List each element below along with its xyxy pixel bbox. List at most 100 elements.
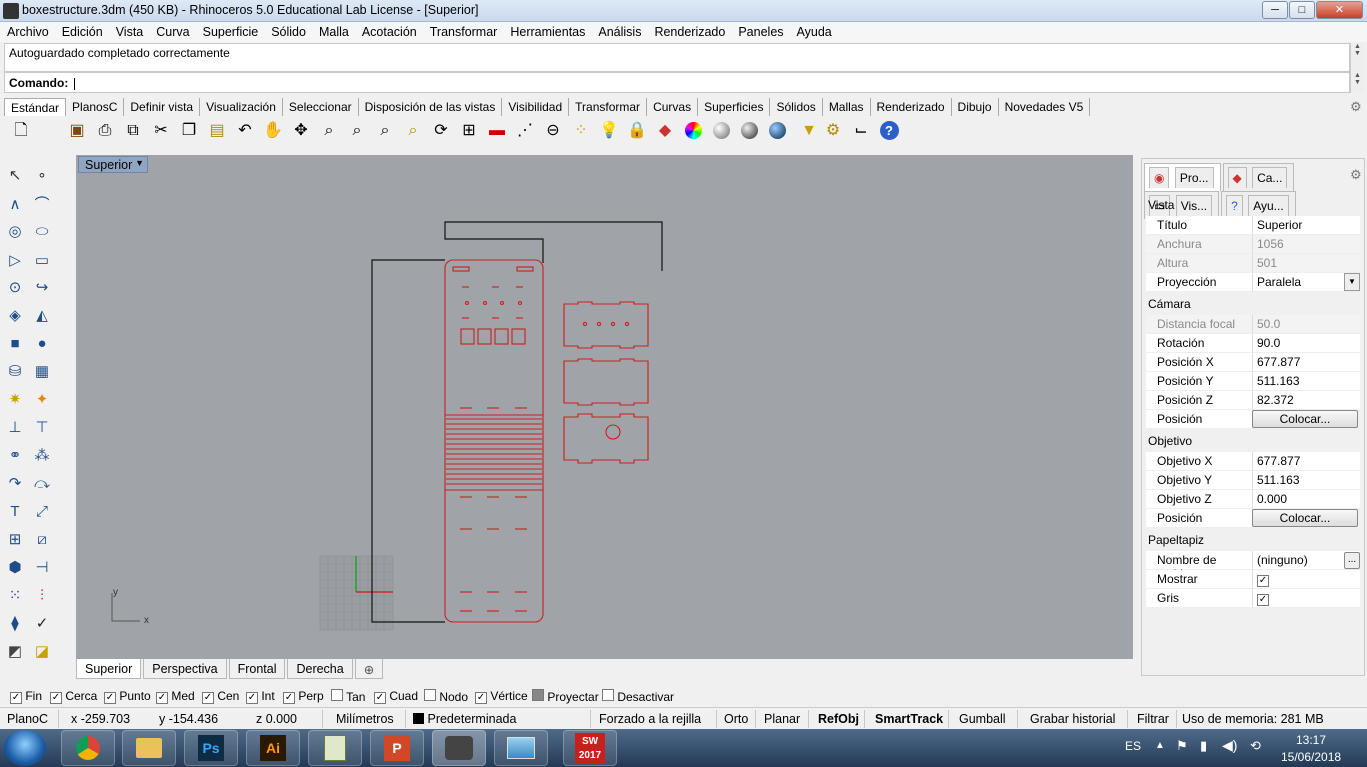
add-viewport-icon[interactable]: ⊕ xyxy=(354,659,384,679)
circle-icon[interactable]: ◎ xyxy=(3,220,27,244)
zoom-extents-icon[interactable]: ⌕ xyxy=(374,120,396,142)
menu-edicion[interactable]: Edición xyxy=(55,22,109,39)
close-button[interactable]: ✕ xyxy=(1316,1,1363,19)
minimize-button[interactable]: ─ xyxy=(1262,1,1288,19)
car-icon[interactable]: ▬ xyxy=(486,120,508,142)
options-gear-icon[interactable]: ⚙ xyxy=(822,120,844,142)
panel-tab-help[interactable]: ? Ayu... xyxy=(1221,191,1296,219)
solidworks-icon[interactable]: SW 2017 xyxy=(563,730,617,766)
tab-renderizado[interactable]: Renderizado xyxy=(871,98,952,116)
rotate-view-icon[interactable]: ✥ xyxy=(290,120,312,142)
copy-move-icon[interactable]: ⤼ xyxy=(30,472,54,496)
tab-definir-vista[interactable]: Definir vista xyxy=(124,98,201,116)
osnap-nodo[interactable]: Nodo xyxy=(424,689,468,704)
tab-mallas[interactable]: Mallas xyxy=(823,98,871,116)
prop-nombre-archivo[interactable]: Nombre de archivo(ninguno)... xyxy=(1146,551,1360,581)
fillet-icon[interactable]: ↪ xyxy=(30,276,54,300)
toolbar-settings-icon[interactable]: ⚙ xyxy=(1350,99,1362,115)
pan-icon[interactable]: ✋ xyxy=(262,120,284,142)
group-icon[interactable]: ⚭ xyxy=(3,444,27,468)
prop-rotacion[interactable]: Rotación 90.0 xyxy=(1146,334,1360,353)
illustrator-icon[interactable]: Ai xyxy=(246,730,300,766)
import-icon[interactable]: ⧉ xyxy=(122,120,144,142)
mirror-icon[interactable]: ⧄ xyxy=(30,528,54,552)
block-icon[interactable]: ⬢ xyxy=(3,556,27,580)
command-line[interactable]: Comando: xyxy=(4,72,1350,93)
command-scrollbar[interactable]: ▲ ▼ xyxy=(1350,72,1364,93)
osnap-tan[interactable]: Tan xyxy=(331,689,365,704)
rhino-taskbar-icon[interactable] xyxy=(432,730,486,766)
prop-posicion-z[interactable]: Posición Z 82.372 xyxy=(1146,391,1360,410)
prop-titulo[interactable]: Título Superior xyxy=(1146,216,1360,235)
lock-icon[interactable]: 🔒 xyxy=(626,120,648,142)
language-indicator[interactable]: ES xyxy=(1125,739,1141,753)
color-wheel-icon[interactable] xyxy=(682,120,704,142)
polyline-icon[interactable]: ∧ xyxy=(3,193,27,217)
cut-icon[interactable]: ✂ xyxy=(150,120,172,142)
prop-objetivo-x[interactable]: Objetivo X 677.877 xyxy=(1146,452,1360,471)
tab-curvas[interactable]: Curvas xyxy=(647,98,699,116)
tab-solidos[interactable]: Sólidos xyxy=(770,98,823,116)
menu-transformar[interactable]: Transformar xyxy=(423,22,504,39)
paste-icon[interactable]: ▤ xyxy=(206,120,228,142)
osnap-perp[interactable]: ✓ Perp xyxy=(283,689,324,704)
join-icon[interactable]: ⊤ xyxy=(30,416,54,440)
status-filter[interactable]: Filtrar xyxy=(1137,712,1169,726)
osnap-vertice[interactable]: ✓ Vértice xyxy=(475,689,528,704)
tab-seleccionar[interactable]: Seleccionar xyxy=(283,98,359,116)
volume-icon[interactable]: ◀) xyxy=(1222,737,1237,754)
flag-icon[interactable]: ⚑ xyxy=(1176,738,1188,754)
select-arrow-icon[interactable]: ↖ xyxy=(3,164,27,188)
explode-icon[interactable]: ✷ xyxy=(3,388,27,412)
status-gumball[interactable]: Gumball xyxy=(959,712,1006,726)
scale-icon[interactable]: ⤢ xyxy=(30,500,54,524)
camara-colocar-button[interactable]: Colocar... xyxy=(1252,410,1358,428)
prop-objetivo-z[interactable]: Objetivo Z 0.000 xyxy=(1146,490,1360,509)
sphere-render-icon[interactable] xyxy=(738,120,760,142)
dimensions-icon[interactable]: ⌙ xyxy=(850,120,872,142)
surface-icon[interactable]: ◈ xyxy=(3,304,27,328)
menu-solido[interactable]: Sólido xyxy=(264,22,312,39)
rotate-icon[interactable]: ⟳ xyxy=(430,120,452,142)
rectangle-icon[interactable]: ▭ xyxy=(30,249,54,273)
layer-icon[interactable]: ◆ xyxy=(654,120,676,142)
osnap-cen[interactable]: ✓ Cen xyxy=(202,689,239,704)
status-ortho[interactable]: Orto xyxy=(724,712,748,726)
osnap-punto[interactable]: ✓ Punto xyxy=(104,689,151,704)
sync-icon[interactable]: ⟲ xyxy=(1250,738,1261,754)
history-scrollbar[interactable]: ▲ ▼ xyxy=(1350,43,1364,72)
menu-superficie[interactable]: Superficie xyxy=(196,22,265,39)
notepad-icon[interactable] xyxy=(308,730,362,766)
tab-dibujo[interactable]: Dibujo xyxy=(952,98,999,116)
menu-analisis[interactable]: Análisis xyxy=(591,22,647,39)
menu-vista[interactable]: Vista xyxy=(109,22,150,39)
status-refobj[interactable]: RefObj xyxy=(818,712,859,726)
tab-transformar[interactable]: Transformar xyxy=(569,98,648,116)
clock-time[interactable]: 13:17 xyxy=(1296,733,1326,747)
menu-herramientas[interactable]: Herramientas xyxy=(503,22,591,39)
status-plane[interactable]: PlanoC xyxy=(7,712,48,726)
menu-malla[interactable]: Malla xyxy=(312,22,355,39)
zoom-selected-icon[interactable]: ⌕ xyxy=(402,120,424,142)
status-grid-snap[interactable]: Forzado a la rejilla xyxy=(599,712,701,726)
align-icon[interactable]: ⫶ xyxy=(30,584,54,608)
status-history[interactable]: Grabar historial xyxy=(1030,712,1115,726)
curve-icon[interactable]: ⌒ xyxy=(30,193,54,217)
dimension-icon[interactable]: ⊣ xyxy=(30,556,54,580)
menu-acotacion[interactable]: Acotación xyxy=(355,22,423,39)
arc-icon[interactable]: ▷ xyxy=(3,249,27,273)
mesh-icon[interactable]: ▦ xyxy=(30,360,54,384)
chrome-icon[interactable] xyxy=(61,730,115,766)
powerpoint-icon[interactable]: P xyxy=(370,730,424,766)
new-icon[interactable]: 🗋 xyxy=(10,120,32,142)
viewport-title-button[interactable]: Superior ▼ xyxy=(78,156,148,173)
tab-superficies[interactable]: Superficies xyxy=(698,98,771,116)
prop-objetivo-y[interactable]: Objetivo Y 511.163 xyxy=(1146,471,1360,490)
browse-button[interactable]: ... xyxy=(1344,552,1360,569)
polygon-icon[interactable]: ⊙ xyxy=(3,276,27,300)
menu-ayuda[interactable]: Ayuda xyxy=(790,22,838,39)
prop-posicion-y[interactable]: Posición Y 511.163 xyxy=(1146,372,1360,391)
prop-posicion-x[interactable]: Posición X 677.877 xyxy=(1146,353,1360,372)
status-planar[interactable]: Planar xyxy=(764,712,800,726)
menu-renderizado[interactable]: Renderizado xyxy=(647,22,731,39)
